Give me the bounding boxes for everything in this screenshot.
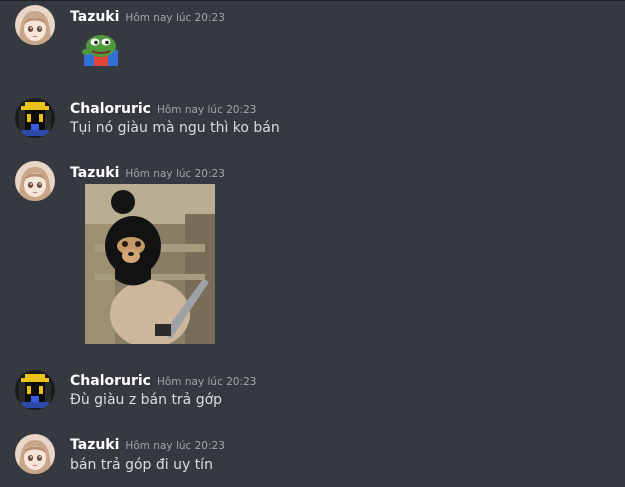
anime-girl-avatar-icon (15, 161, 55, 201)
user-avatar[interactable] (15, 98, 55, 138)
message-header: Tazuki Hôm nay lúc 20:23 (70, 162, 225, 181)
pepe-emoji (82, 32, 120, 66)
chat-message-list: Tazuki Hôm nay lúc 20:23 Chaloruric Hôm … (0, 0, 625, 487)
author-name[interactable]: Chaloruric (70, 101, 151, 117)
user-avatar[interactable] (15, 161, 55, 201)
anime-girl-avatar-icon (15, 5, 55, 45)
author-name[interactable]: Chaloruric (70, 373, 151, 389)
message-header: Chaloruric Hôm nay lúc 20:23 (70, 370, 256, 389)
message-header: Tazuki Hôm nay lúc 20:23 (70, 6, 225, 25)
message-header: Tazuki Hôm nay lúc 20:23 (70, 434, 225, 453)
masked-dog-gif[interactable] (85, 184, 215, 344)
message-timestamp: Hôm nay lúc 20:23 (125, 440, 225, 452)
anime-girl-avatar-icon (15, 434, 55, 474)
user-avatar[interactable] (15, 370, 55, 410)
message-timestamp: Hôm nay lúc 20:23 (156, 376, 257, 388)
message-header: Chaloruric Hôm nay lúc 20:23 (70, 98, 256, 117)
message-timestamp: Hôm nay lúc 20:23 (125, 12, 225, 24)
pixel-mask-avatar-icon (15, 370, 55, 410)
message-timestamp: Hôm nay lúc 20:23 (125, 168, 225, 180)
user-avatar[interactable] (15, 5, 55, 45)
message-timestamp: Hôm nay lúc 20:23 (156, 104, 257, 116)
message-text: Tụi nó giàu mà ngu thì ko bán (70, 120, 280, 136)
message-text: Đù giàu z bán trả gớp (70, 392, 223, 408)
user-avatar[interactable] (15, 434, 55, 474)
message-text: bán trả góp đi uy tín (70, 457, 213, 473)
pixel-mask-avatar-icon (15, 98, 55, 138)
author-name[interactable]: Tazuki (70, 165, 119, 181)
author-name[interactable]: Tazuki (70, 437, 119, 453)
author-name[interactable]: Tazuki (70, 9, 119, 25)
